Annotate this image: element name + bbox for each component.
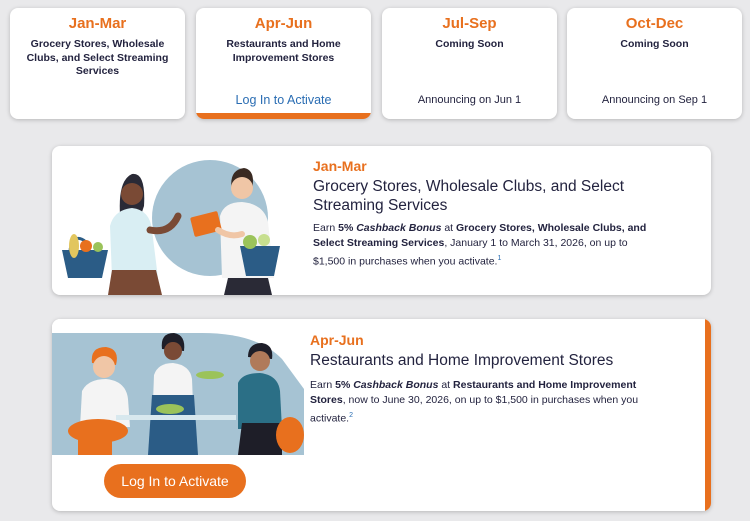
offer-footnote-link[interactable]: 2 bbox=[349, 412, 353, 419]
offer-earn-text: Earn bbox=[310, 379, 336, 391]
active-tile-indicator bbox=[196, 113, 371, 119]
offer-description: Earn 5% Cashback Bonus at Restaurants an… bbox=[310, 378, 660, 427]
quarter-tile-jan-mar[interactable]: Jan-Mar Grocery Stores, Wholesale Clubs,… bbox=[10, 8, 185, 119]
quarter-tile-apr-jun[interactable]: Apr-Jun Restaurants and Home Improvement… bbox=[196, 8, 371, 119]
offer-earn-text: Earn bbox=[313, 222, 339, 234]
active-offer-accent bbox=[705, 319, 711, 511]
offer-period: Jan-Mar bbox=[313, 158, 367, 174]
offer-title: Grocery Stores, Wholesale Clubs, and Sel… bbox=[313, 178, 624, 214]
offer-bonus-label: Cashback Bonus bbox=[356, 222, 442, 234]
offer-footnote-link[interactable]: 1 bbox=[497, 255, 501, 262]
tile-description: Coming Soon bbox=[620, 38, 689, 50]
tile-description: Restaurants and Home Improvement Stores bbox=[226, 38, 341, 64]
tile-description: Coming Soon bbox=[435, 38, 504, 50]
offer-at-text: at bbox=[438, 379, 454, 391]
quarter-tile-jul-sep[interactable]: Jul-Sep Coming Soon Announcing on Jun 1 bbox=[382, 8, 557, 119]
tile-title: Jan-Mar bbox=[68, 15, 127, 32]
quarter-tile-oct-dec[interactable]: Oct-Dec Coming Soon Announcing on Sep 1 bbox=[567, 8, 742, 119]
tile-activate-link[interactable]: Log In to Activate bbox=[196, 93, 371, 107]
offer-card-apr-jun: Log In to Activate Apr-Jun Restaurants a… bbox=[52, 319, 711, 511]
grocery-shoppers-illustration bbox=[62, 160, 280, 295]
offer-percent: 5% bbox=[335, 379, 351, 391]
restaurant-diners-illustration bbox=[52, 319, 304, 455]
tile-title: Jul-Sep bbox=[442, 15, 497, 32]
offer-at-text: at bbox=[441, 222, 457, 234]
tile-announcement: Announcing on Jun 1 bbox=[417, 94, 522, 106]
offer-terms: , now to June 30, 2026, on up to $1,500 … bbox=[310, 394, 639, 425]
log-in-to-activate-button[interactable]: Log In to Activate bbox=[104, 464, 246, 498]
offer-description: Earn 5% Cashback Bonus at Grocery Stores… bbox=[313, 221, 658, 270]
offer-bonus-label: Cashback Bonus bbox=[353, 379, 439, 391]
offer-title: Restaurants and Home Improvement Stores bbox=[310, 352, 614, 369]
tile-description: Grocery Stores, Wholesale Clubs, and Sel… bbox=[26, 38, 169, 77]
offer-period: Apr-Jun bbox=[310, 332, 364, 348]
tile-title: Apr-Jun bbox=[254, 15, 313, 32]
offer-card-jan-mar: Jan-Mar Grocery Stores, Wholesale Clubs,… bbox=[52, 146, 711, 295]
offer-percent: 5% bbox=[338, 222, 354, 234]
tile-announcement: Announcing on Sep 1 bbox=[601, 94, 708, 106]
tile-title: Oct-Dec bbox=[625, 15, 684, 32]
